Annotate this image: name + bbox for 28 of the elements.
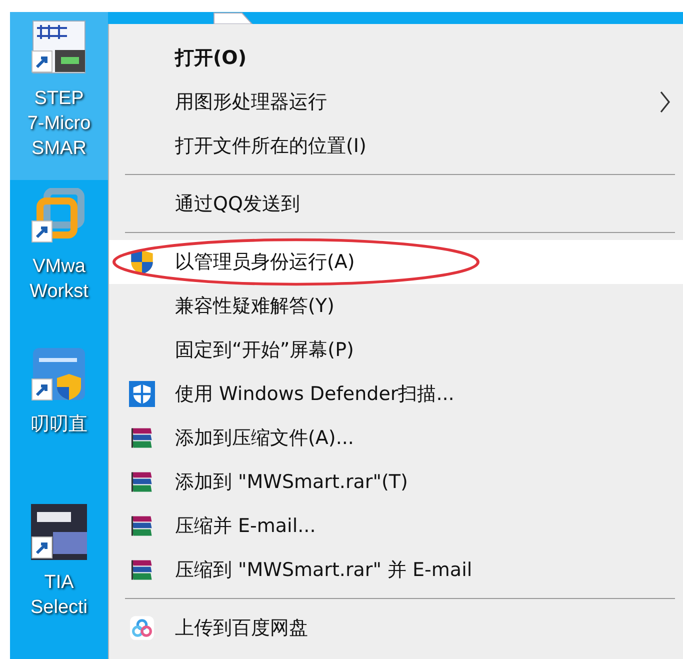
shield-icon	[129, 249, 155, 275]
menu-item[interactable]: 以管理员身份运行(A)	[109, 240, 683, 284]
menu-item[interactable]: 用图形处理器运行	[109, 80, 683, 124]
shortcut-label: TIA	[44, 571, 74, 595]
shortcut-label: SMAR	[32, 137, 86, 161]
shortcut-label: Workst	[30, 280, 88, 304]
menu-item[interactable]: 使用 Windows Defender扫描...	[109, 372, 683, 416]
shortcut-label: 叨叨直	[30, 413, 88, 437]
menu-item[interactable]: 上传到百度网盘	[109, 606, 683, 650]
menu-item[interactable]: 压缩并 E-mail...	[109, 504, 683, 548]
shield-icon	[129, 381, 155, 407]
plc-program-icon[interactable]	[31, 20, 87, 76]
tia-portal-icon[interactable]	[31, 504, 87, 560]
menu-item[interactable]: 添加到压缩文件(A)...	[109, 416, 683, 460]
app-shield-icon[interactable]	[31, 346, 87, 402]
menu-item[interactable]: 通过QQ发送到	[109, 182, 683, 226]
menu-item[interactable]: 压缩到 "MWSmart.rar" 并 E-mail	[109, 548, 683, 592]
menu-item[interactable]: 打开(O)	[109, 36, 683, 80]
shortcut-label: Selecti	[30, 596, 88, 620]
shortcut-label: 7-Micro	[27, 112, 91, 136]
menu-item[interactable]: 兼容性疑难解答(Y)	[109, 284, 683, 328]
cloud-drive-icon	[129, 615, 155, 641]
shortcut-label: VMwa	[32, 255, 86, 279]
menu-item[interactable]: 固定到“开始”屏幕(P)	[109, 328, 683, 372]
menu-item[interactable]: 添加到 "MWSmart.rar"(T)	[109, 460, 683, 504]
shortcut-label: STEP	[34, 87, 84, 111]
menu-item[interactable]: 打开文件所在的位置(I)	[109, 124, 683, 168]
overlapping-squares-icon[interactable]	[31, 188, 87, 244]
